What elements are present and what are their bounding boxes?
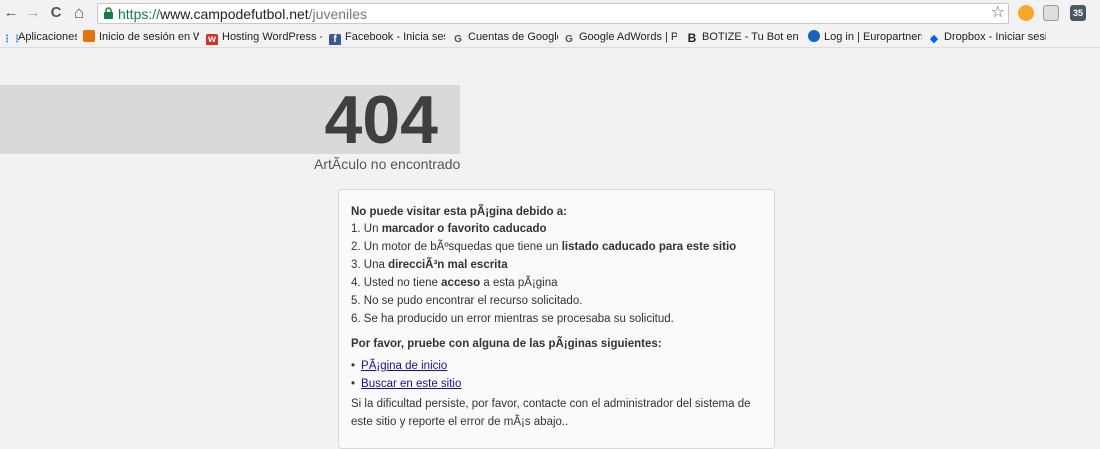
- facebook-icon: f: [329, 34, 341, 45]
- home-page-link[interactable]: PÃ¡gina de inicio: [361, 360, 447, 372]
- bookmark-item[interactable]: B BOTIZE - Tu Bot en Tw: [686, 29, 800, 45]
- apps-icon: ⋮⋮: [2, 34, 22, 45]
- bookmark-item[interactable]: ⋮⋮Aplicaciones: [2, 29, 77, 45]
- bookmark-label: Aplicaciones: [18, 31, 77, 43]
- bookmark-item[interactable]: ◆ Dropbox - Iniciar sesi: [928, 29, 1046, 45]
- globe-icon: [808, 30, 820, 42]
- error-message-box: No puede visitar esta pÃ¡gina debido a: …: [338, 189, 775, 449]
- b-icon: B: [687, 31, 697, 45]
- suggestions-heading: Por favor, pruebe con alguna de las pÃ¡g…: [351, 338, 662, 350]
- extension-icon[interactable]: [1018, 5, 1034, 21]
- search-site-link[interactable]: Buscar en este sitio: [361, 378, 461, 390]
- list-item: 4. Usted no tiene acceso a esta pÃ¡gina: [351, 277, 558, 289]
- url-text[interactable]: https://www.campodefutbol.net/juveniles: [118, 5, 367, 23]
- reasons-list: 1. Un marcador o favorito caducado 2. Un…: [351, 220, 736, 328]
- bookmark-item[interactable]: G Google AdWords | Pu: [563, 29, 677, 45]
- error-code: 404: [324, 82, 438, 158]
- reasons-heading: No puede visitar esta pÃ¡gina debido a:: [351, 206, 567, 218]
- extension-icon[interactable]: [1043, 5, 1059, 21]
- list-item: 6. Se ha producido un error mientras se …: [351, 313, 674, 325]
- bookmark-item[interactable]: f Facebook - Inicia sesi: [329, 29, 445, 45]
- bookmark-label: Dropbox - Iniciar sesi: [944, 31, 1046, 43]
- list-item: 5. No se pudo encontrar el recurso solic…: [351, 295, 583, 307]
- link-icon: [83, 30, 95, 42]
- reload-icon[interactable]: C: [47, 4, 65, 22]
- browser-toolbar: ← → C ⌂ https://www.campodefutbol.net/ju…: [0, 0, 1100, 28]
- bookmark-label: Google AdWords | Pu: [579, 31, 677, 43]
- extension-badge-icon[interactable]: 35: [1070, 5, 1086, 21]
- bookmark-item[interactable]: G Cuentas de Google: [452, 29, 558, 45]
- google-icon: G: [565, 34, 573, 45]
- list-item: 1. Un marcador o favorito caducado: [351, 223, 547, 235]
- footer-text: Si la dificultad persiste, por favor, co…: [351, 398, 751, 428]
- list-item: 3. Una direcciÃ³n mal escrita: [351, 259, 508, 271]
- url-scheme: https://: [118, 6, 161, 22]
- back-icon[interactable]: ←: [2, 4, 20, 22]
- bookmark-label: Inicio de sesión en W: [99, 31, 199, 43]
- bookmarks-bar: ⋮⋮Aplicaciones Inicio de sesión en W w Ho…: [0, 27, 1100, 48]
- list-item: 2. Un motor de bÃºsquedas que tiene un l…: [351, 241, 737, 253]
- bookmark-label: Facebook - Inicia sesi: [345, 31, 445, 43]
- dropbox-icon: ◆: [929, 33, 939, 45]
- list-item: Buscar en este sitio: [351, 375, 461, 393]
- bookmark-label: BOTIZE - Tu Bot en Tw: [702, 31, 800, 43]
- bookmark-item[interactable]: Inicio de sesión en W: [83, 29, 199, 45]
- home-icon[interactable]: ⌂: [70, 4, 88, 22]
- error-subtitle: ArtÃculo no encontrado: [314, 156, 461, 172]
- url-path: /juveniles: [308, 6, 368, 22]
- list-item: PÃ¡gina de inicio: [351, 357, 461, 375]
- bookmark-label: Log in | Europartners: [824, 31, 922, 43]
- bookmark-item[interactable]: Log in | Europartners: [808, 29, 922, 45]
- suggestions-list: PÃ¡gina de inicio Buscar en este sitio: [351, 357, 461, 393]
- forward-icon[interactable]: →: [24, 4, 42, 22]
- w-icon: w: [206, 34, 218, 45]
- google-icon: G: [454, 34, 462, 45]
- bookmark-label: Hosting WordPress -: [222, 31, 322, 43]
- address-bar[interactable]: https://www.campodefutbol.net/juveniles …: [97, 3, 1009, 24]
- bookmark-item[interactable]: w Hosting WordPress -: [206, 29, 322, 45]
- lock-icon: [104, 7, 113, 19]
- url-host: www.campodefutbol.net: [160, 6, 309, 22]
- bookmark-star-icon[interactable]: ☆: [991, 4, 1005, 22]
- bookmark-label: Cuentas de Google: [468, 31, 558, 43]
